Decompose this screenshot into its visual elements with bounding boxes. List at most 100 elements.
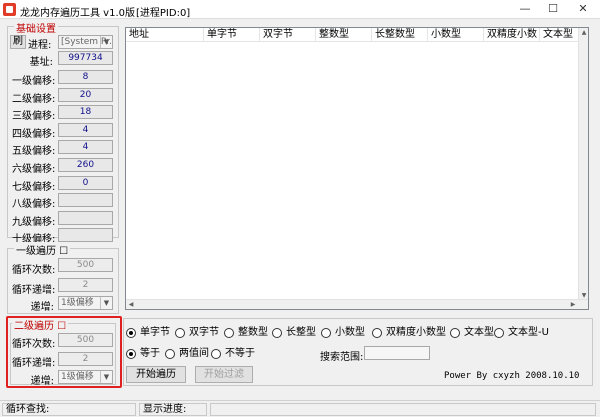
offset-field[interactable]: 8 [58,70,113,84]
level2-target-label: 递增: [30,376,54,387]
offset-field[interactable]: 260 [58,158,113,172]
data-type-radio[interactable]: 文本型-U [494,327,549,339]
compare-mode-label: 两值间 [179,348,209,359]
data-type-label: 文本型-U [508,327,549,338]
credit-text: Power By cxyzh 2008.10.10 [444,371,580,381]
compare-mode-radio[interactable]: 不等于 [211,348,255,360]
column-header[interactable]: 双精度小数 [484,28,540,42]
scroll-up-icon[interactable]: ▲ [579,28,588,38]
offset-field[interactable]: 4 [58,140,113,155]
app-icon [3,3,16,16]
data-type-label: 双字节 [189,327,219,338]
minimize-button[interactable]: — [510,0,540,19]
column-header[interactable]: 单字节 [204,28,260,42]
column-header[interactable]: 长整数型 [372,28,428,42]
level2-loop-label: 循环次数: [12,339,56,350]
compare-mode-label: 不等于 [225,348,255,359]
data-type-radio[interactable]: 整数型 [224,327,268,339]
chevron-down-icon: ▼ [100,371,112,383]
data-type-radio[interactable]: 文本型 [450,327,494,339]
offset-label: 三级偏移: [12,111,56,123]
column-header[interactable]: 地址 [126,28,204,42]
chevron-down-icon: ▼ [100,36,112,48]
offset-field[interactable]: 0 [58,175,113,190]
process-select[interactable]: [System Pr... ▼ [58,35,113,49]
radio-icon [175,328,185,338]
radio-icon [165,349,175,359]
chevron-down-icon: ▼ [100,297,112,309]
status-progress: 显示进度: [139,403,207,416]
column-header[interactable]: 小数型 [428,28,484,42]
offset-field[interactable]: 20 [58,87,113,102]
basic-settings-legend: 基础设置 [14,20,58,35]
compare-mode-radio[interactable]: 两值间 [165,348,209,360]
data-type-label: 长整型 [286,327,316,338]
level2-increment-label: 循环递增: [12,358,56,369]
data-type-label: 整数型 [238,327,268,338]
level1-target-select[interactable]: 1级偏移 ▼ [58,296,113,310]
column-header[interactable]: 双字节 [260,28,316,42]
level1-increment-field[interactable]: 2 [58,278,113,292]
maximize-button[interactable]: ☐ [538,0,568,19]
offset-field[interactable]: 4 [58,122,113,137]
radio-icon [211,349,221,359]
status-pane-empty [210,403,596,416]
start-filter-button[interactable]: 开始过滤 [195,366,253,383]
offset-field[interactable] [58,193,113,208]
level1-loop-label: 循环次数: [12,265,56,276]
offset-label: 二级偏移: [12,93,56,105]
process-label: 进程: [28,40,52,51]
offset-label: 八级偏移: [12,199,56,211]
level1-loop-count-field[interactable]: 500 [58,258,113,272]
level1-target-value: 1级偏移 [61,298,94,308]
radio-icon [272,328,282,338]
offset-label: 七级偏移: [12,181,56,193]
radio-icon [224,328,234,338]
level2-increment-field[interactable]: 2 [58,352,113,366]
results-table[interactable]: 地址 单字节 双字节 整数型 长整数型 小数型 双精度小数 文本型 ▲ ▼ ◀ ▶ [125,27,589,310]
offset-label: 五级偏移: [12,146,56,158]
data-type-radio[interactable]: 双字节 [175,327,219,339]
data-type-label: 文本型 [464,327,494,338]
offset-label: 九级偏移: [12,216,56,228]
column-header[interactable]: 整数型 [316,28,372,42]
scroll-right-icon[interactable]: ▶ [568,300,578,309]
offset-field[interactable] [58,210,113,225]
search-range-field[interactable] [364,346,430,360]
scroll-left-icon[interactable]: ◀ [126,300,136,309]
table-header: 地址 单字节 双字节 整数型 长整数型 小数型 双精度小数 文本型 [126,28,588,42]
level1-target-label: 递增: [30,302,54,313]
offset-label: 四级偏移: [12,128,56,140]
column-header[interactable]: 文本型 [540,28,580,42]
level2-target-select[interactable]: 1级偏移 ▼ [58,370,113,384]
refresh-button[interactable]: 刷 [10,35,26,49]
offset-label: 一级偏移: [12,76,56,87]
offset-field[interactable]: 18 [58,105,113,120]
data-type-radio[interactable]: 双精度小数型 [372,327,446,339]
level2-loop-count-field[interactable]: 500 [58,333,113,347]
start-traversal-button[interactable]: 开始遍历 [126,366,186,383]
window-title: 龙龙内存遍历工具 v1.0版 [20,8,135,19]
status-bar: 循环查找: 显示进度: [0,400,600,417]
data-type-radio[interactable]: 单字节 [126,327,170,339]
base-address-field[interactable]: 997734 [58,51,113,65]
vertical-scrollbar[interactable]: ▲ ▼ [578,28,588,309]
close-button[interactable]: ✕ [568,0,598,19]
title-bar: 龙龙内存遍历工具 v1.0版 [进程PID:0] — ☐ ✕ [0,0,600,19]
offset-label: 六级偏移: [12,164,56,175]
data-type-radio[interactable]: 长整型 [272,327,316,339]
offset-field[interactable] [58,228,113,243]
process-pid: [进程PID:0] [136,8,191,19]
horizontal-scrollbar[interactable]: ◀ ▶ [126,299,588,309]
radio-icon [126,328,136,338]
radio-icon [450,328,460,338]
data-type-radio[interactable]: 小数型 [321,327,365,339]
radio-icon [321,328,331,338]
compare-mode-radio[interactable]: 等于 [126,348,160,360]
data-type-label: 小数型 [335,327,365,338]
compare-mode-label: 等于 [140,348,160,359]
radio-icon [494,328,504,338]
search-range-label: 搜索范围: [320,352,364,363]
level1-increment-label: 循环递增: [12,285,56,296]
level1-traversal-legend: 一级遍历 ☐ [14,242,71,257]
